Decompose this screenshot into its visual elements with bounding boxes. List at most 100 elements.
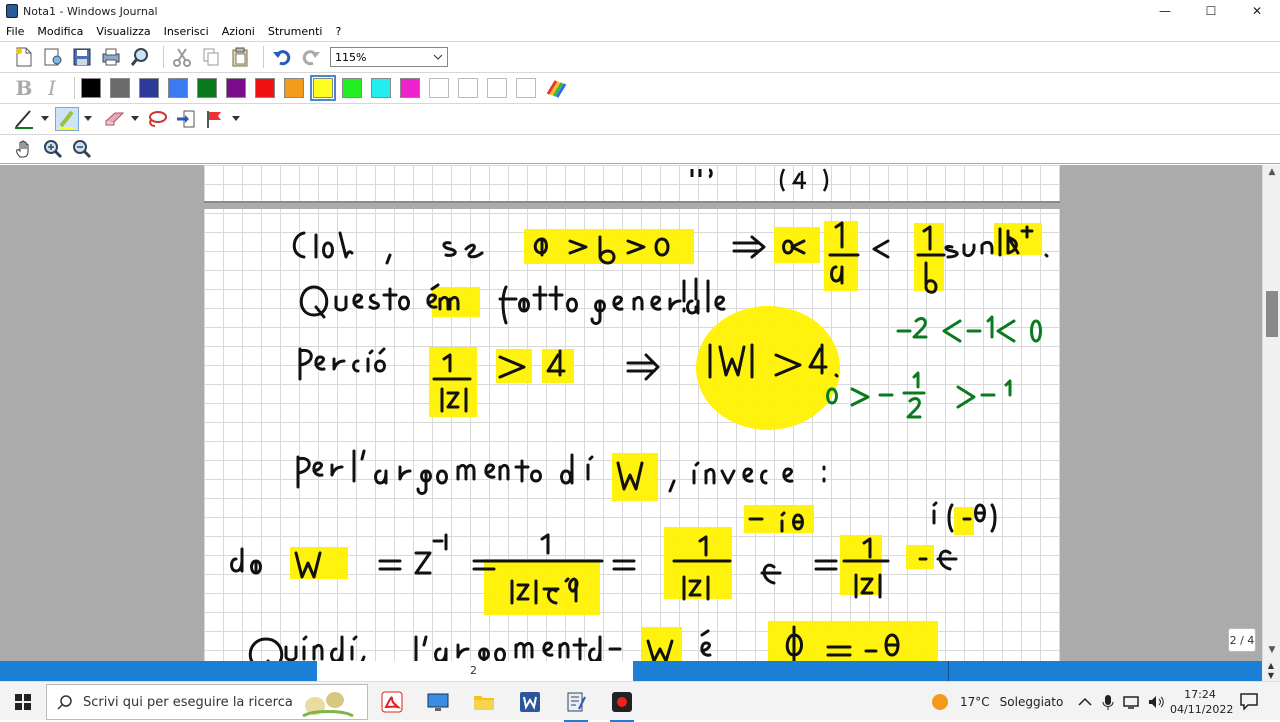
scroll-down-arrow[interactable]: ▼ <box>1263 645 1280 659</box>
color-swatch[interactable] <box>487 78 507 98</box>
acrobat-icon <box>381 691 403 713</box>
save-button[interactable] <box>70 45 94 69</box>
pen-toolbar <box>0 103 1280 134</box>
zoom-dropdown[interactable]: 115% <box>330 47 448 67</box>
color-swatch[interactable] <box>458 78 478 98</box>
redo-icon <box>302 50 320 66</box>
palette-icon <box>546 80 567 98</box>
search-placeholder: Scrivi qui per eseguire la ricerca <box>83 694 293 710</box>
pen-icon <box>15 110 33 129</box>
color-swatch[interactable] <box>400 78 420 98</box>
pan-button[interactable] <box>12 137 36 161</box>
current-page[interactable] <box>204 209 1060 661</box>
hand-icon <box>16 140 29 158</box>
color-swatch[interactable] <box>284 78 304 98</box>
save-icon <box>73 48 91 66</box>
color-swatch[interactable] <box>168 78 188 98</box>
taskbar-file-explorer[interactable] <box>470 688 498 716</box>
color-swatch[interactable] <box>255 78 275 98</box>
scroll-up-arrow[interactable]: ▲ <box>1263 167 1280 181</box>
menu-file[interactable]: File <box>6 25 24 38</box>
windows-logo-icon[interactable] <box>15 694 31 710</box>
volume-icon[interactable] <box>1148 695 1164 709</box>
clock-date: 04/11/2022 <box>1170 703 1234 716</box>
eraser-button[interactable] <box>102 107 126 131</box>
network-icon[interactable] <box>1123 695 1139 709</box>
color-swatch[interactable] <box>139 78 159 98</box>
green-ink <box>826 315 1042 419</box>
taskbar-screen-recorder[interactable] <box>608 688 636 722</box>
copy-button[interactable] <box>199 45 223 69</box>
taskbar-acrobat[interactable] <box>378 688 406 716</box>
scrollbar-thumb[interactable] <box>1266 291 1278 337</box>
color-swatch[interactable] <box>429 78 449 98</box>
menu-help[interactable]: ? <box>335 25 341 38</box>
color-swatch[interactable] <box>310 75 336 101</box>
cut-button[interactable] <box>170 45 194 69</box>
menu-insert[interactable]: Inserisci <box>164 25 209 38</box>
zoom-out-icon <box>73 140 92 159</box>
minimize-button[interactable]: — <box>1142 0 1188 22</box>
system-tray <box>1078 682 1164 721</box>
weather-widget[interactable]: 17°C Soleggiato <box>930 682 1063 721</box>
page-navigation-bar[interactable]: 2 ▲ ▼ <box>0 661 1280 681</box>
vertical-scrollbar[interactable]: ▲ ▼ <box>1262 165 1280 661</box>
taskbar-word[interactable] <box>516 688 544 716</box>
chevron-down-icon[interactable] <box>232 116 240 122</box>
menu-tools[interactable]: Strumenti <box>268 25 323 38</box>
menu-edit[interactable]: Modifica <box>37 25 83 38</box>
bold-button[interactable]: B <box>12 76 36 100</box>
highlighter-button[interactable] <box>55 107 79 131</box>
color-swatch[interactable] <box>371 78 391 98</box>
color-swatch[interactable] <box>226 78 246 98</box>
new-note-button[interactable] <box>12 45 36 69</box>
color-swatch[interactable] <box>197 78 217 98</box>
page-indicator: 2 / 4 <box>1228 628 1256 652</box>
color-swatch[interactable] <box>516 78 536 98</box>
toolbar-separator <box>74 77 75 99</box>
zoom-in-button[interactable] <box>41 137 65 161</box>
taskbar-search-box[interactable]: Scrivi qui per eseguire la ricerca <box>46 684 368 720</box>
chevron-down-icon[interactable] <box>41 116 49 122</box>
page-divider <box>948 661 949 681</box>
menu-actions[interactable]: Azioni <box>222 25 255 38</box>
flag-button[interactable] <box>203 107 227 131</box>
new-note-icon <box>16 47 32 67</box>
color-swatch[interactable] <box>342 78 362 98</box>
weather-desc: Soleggiato <box>999 694 1064 709</box>
weather-temp: 17°C <box>960 694 990 709</box>
undo-button[interactable] <box>270 45 294 69</box>
color-swatch[interactable] <box>110 78 130 98</box>
chevron-down-icon <box>433 54 443 60</box>
find-button[interactable] <box>128 45 152 69</box>
microphone-icon[interactable] <box>1102 694 1114 710</box>
note-canvas[interactable] <box>0 165 1262 661</box>
desktop-icon <box>427 693 449 711</box>
lasso-icon <box>149 111 167 127</box>
color-swatch[interactable] <box>81 78 101 98</box>
taskbar-desktop[interactable] <box>424 688 452 716</box>
menu-view[interactable]: Visualizza <box>96 25 150 38</box>
taskbar-clock[interactable]: 17:24 04/11/2022 <box>1170 687 1234 717</box>
chevron-up-icon[interactable] <box>1078 697 1092 707</box>
lasso-button[interactable] <box>145 107 169 131</box>
title-bar: Nota1 - Windows Journal — ☐ ✕ <box>0 0 1280 22</box>
close-button[interactable]: ✕ <box>1234 0 1280 22</box>
chevron-down-icon[interactable] <box>84 116 92 122</box>
previous-page-bottom[interactable] <box>204 165 1060 203</box>
taskbar-windows-journal[interactable] <box>562 688 590 722</box>
insert-space-icon <box>177 110 195 128</box>
print-button[interactable] <box>99 45 123 69</box>
maximize-button[interactable]: ☐ <box>1188 0 1234 22</box>
italic-button[interactable]: I <box>40 76 64 100</box>
insert-space-button[interactable] <box>174 107 198 131</box>
color-picker-button[interactable] <box>545 76 569 100</box>
paste-button[interactable] <box>228 45 252 69</box>
chevron-down-icon[interactable] <box>131 116 139 122</box>
zoom-out-button[interactable] <box>70 137 94 161</box>
pen-button[interactable] <box>12 107 36 131</box>
notification-icon[interactable] <box>1240 692 1258 710</box>
page-nav-arrows[interactable]: ▲ ▼ <box>1262 661 1280 681</box>
open-button[interactable] <box>41 45 65 69</box>
redo-button[interactable] <box>299 45 323 69</box>
